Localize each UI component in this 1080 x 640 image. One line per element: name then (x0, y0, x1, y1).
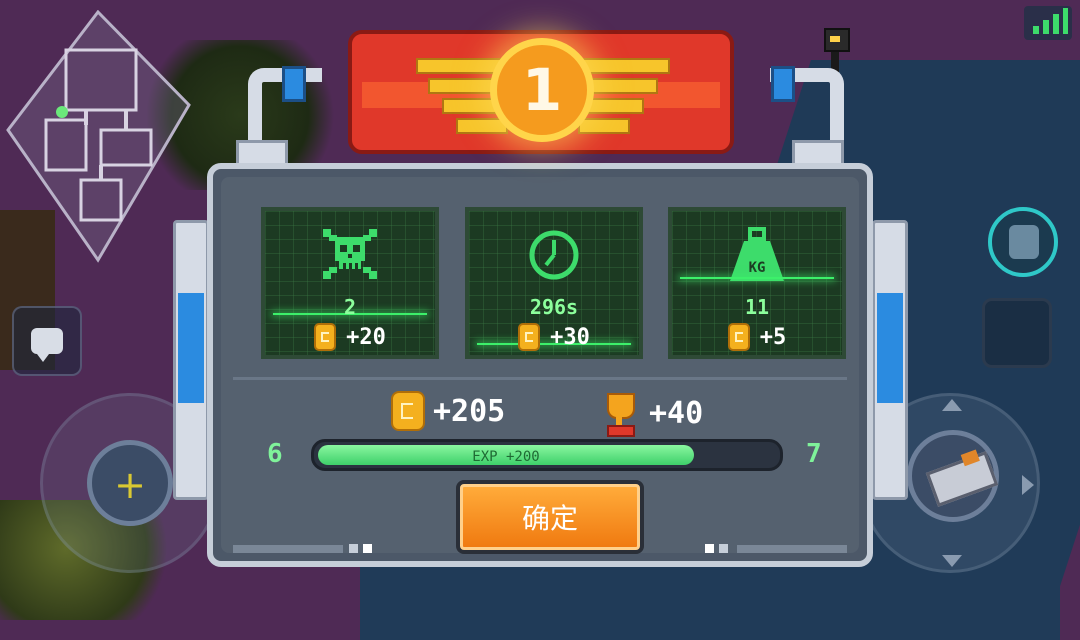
total-coins-value: +205 (433, 393, 506, 429)
next-level: 7 (806, 439, 822, 469)
pipe-joint (771, 66, 795, 102)
arrow-down-icon (942, 555, 962, 567)
time-reward: +30 (469, 323, 639, 351)
time-value: 296s (529, 295, 579, 319)
coin-icon (314, 323, 337, 351)
weapon-button[interactable] (907, 430, 999, 522)
weapon-icon (925, 451, 999, 507)
pipe-joint (282, 66, 306, 102)
stat-card-weight: KG 11 +5 (668, 207, 846, 359)
exp-progress-bar: EXP +200 (311, 439, 783, 471)
total-trophies-value: +40 (649, 395, 704, 431)
weight-reward: +5 (672, 323, 842, 351)
panel-footer-dot (719, 544, 728, 553)
wing-left-icon (404, 58, 508, 134)
plus-icon: + (114, 463, 146, 507)
stat-card-time: 296s +30 (465, 207, 643, 359)
chat-button[interactable] (12, 306, 82, 376)
minimap[interactable] (6, 9, 191, 265)
frame-rail-left (173, 220, 209, 500)
stat-card-kills: 2 +20 (261, 207, 439, 359)
skull-crossbones-icon (265, 227, 435, 285)
current-level: 6 (267, 439, 283, 469)
clock-icon (469, 227, 639, 285)
panel-footer-decoration (233, 545, 343, 553)
panel-divider (233, 377, 847, 380)
coin-icon (518, 323, 541, 351)
weight-value: 11 (744, 295, 770, 319)
exp-label: EXP +200 (472, 449, 540, 465)
arrow-right-icon (1022, 475, 1034, 495)
total-coins: +205 (391, 391, 505, 431)
rank-banner: 1 (348, 30, 734, 154)
rank-medal: 1 (490, 38, 594, 142)
kg-label: KG (749, 260, 766, 276)
coin-icon (391, 391, 425, 431)
confirm-button[interactable]: 确定 (456, 480, 644, 554)
exp-progress-fill: EXP +200 (318, 445, 694, 465)
chat-bubble-icon (31, 328, 63, 362)
confirm-label: 确定 (521, 502, 578, 535)
empty-slot-button[interactable] (982, 298, 1052, 368)
joystick-knob[interactable]: + (87, 440, 173, 526)
frame-rail-right (872, 220, 908, 500)
panel-footer-decoration (737, 545, 847, 553)
arrow-up-icon (942, 399, 962, 411)
coin-icon (727, 323, 750, 351)
skill-button[interactable] (988, 207, 1058, 277)
kills-reward: +20 (265, 323, 435, 351)
trophy-icon (601, 391, 637, 437)
panel-footer-dot (705, 544, 714, 553)
rank-number: 1 (521, 56, 563, 124)
results-panel: 2 +20 296s +30 KG 11 +5 +205 +40 6 EXP +… (207, 163, 873, 567)
character-skill-icon (1009, 225, 1039, 259)
kills-value: 2 (343, 295, 357, 319)
total-trophies: +40 (601, 391, 704, 437)
panel-footer-dot (349, 544, 358, 553)
signal-strength-icon (1024, 6, 1072, 40)
player-marker-icon (56, 106, 68, 118)
panel-footer-dot (363, 544, 372, 553)
